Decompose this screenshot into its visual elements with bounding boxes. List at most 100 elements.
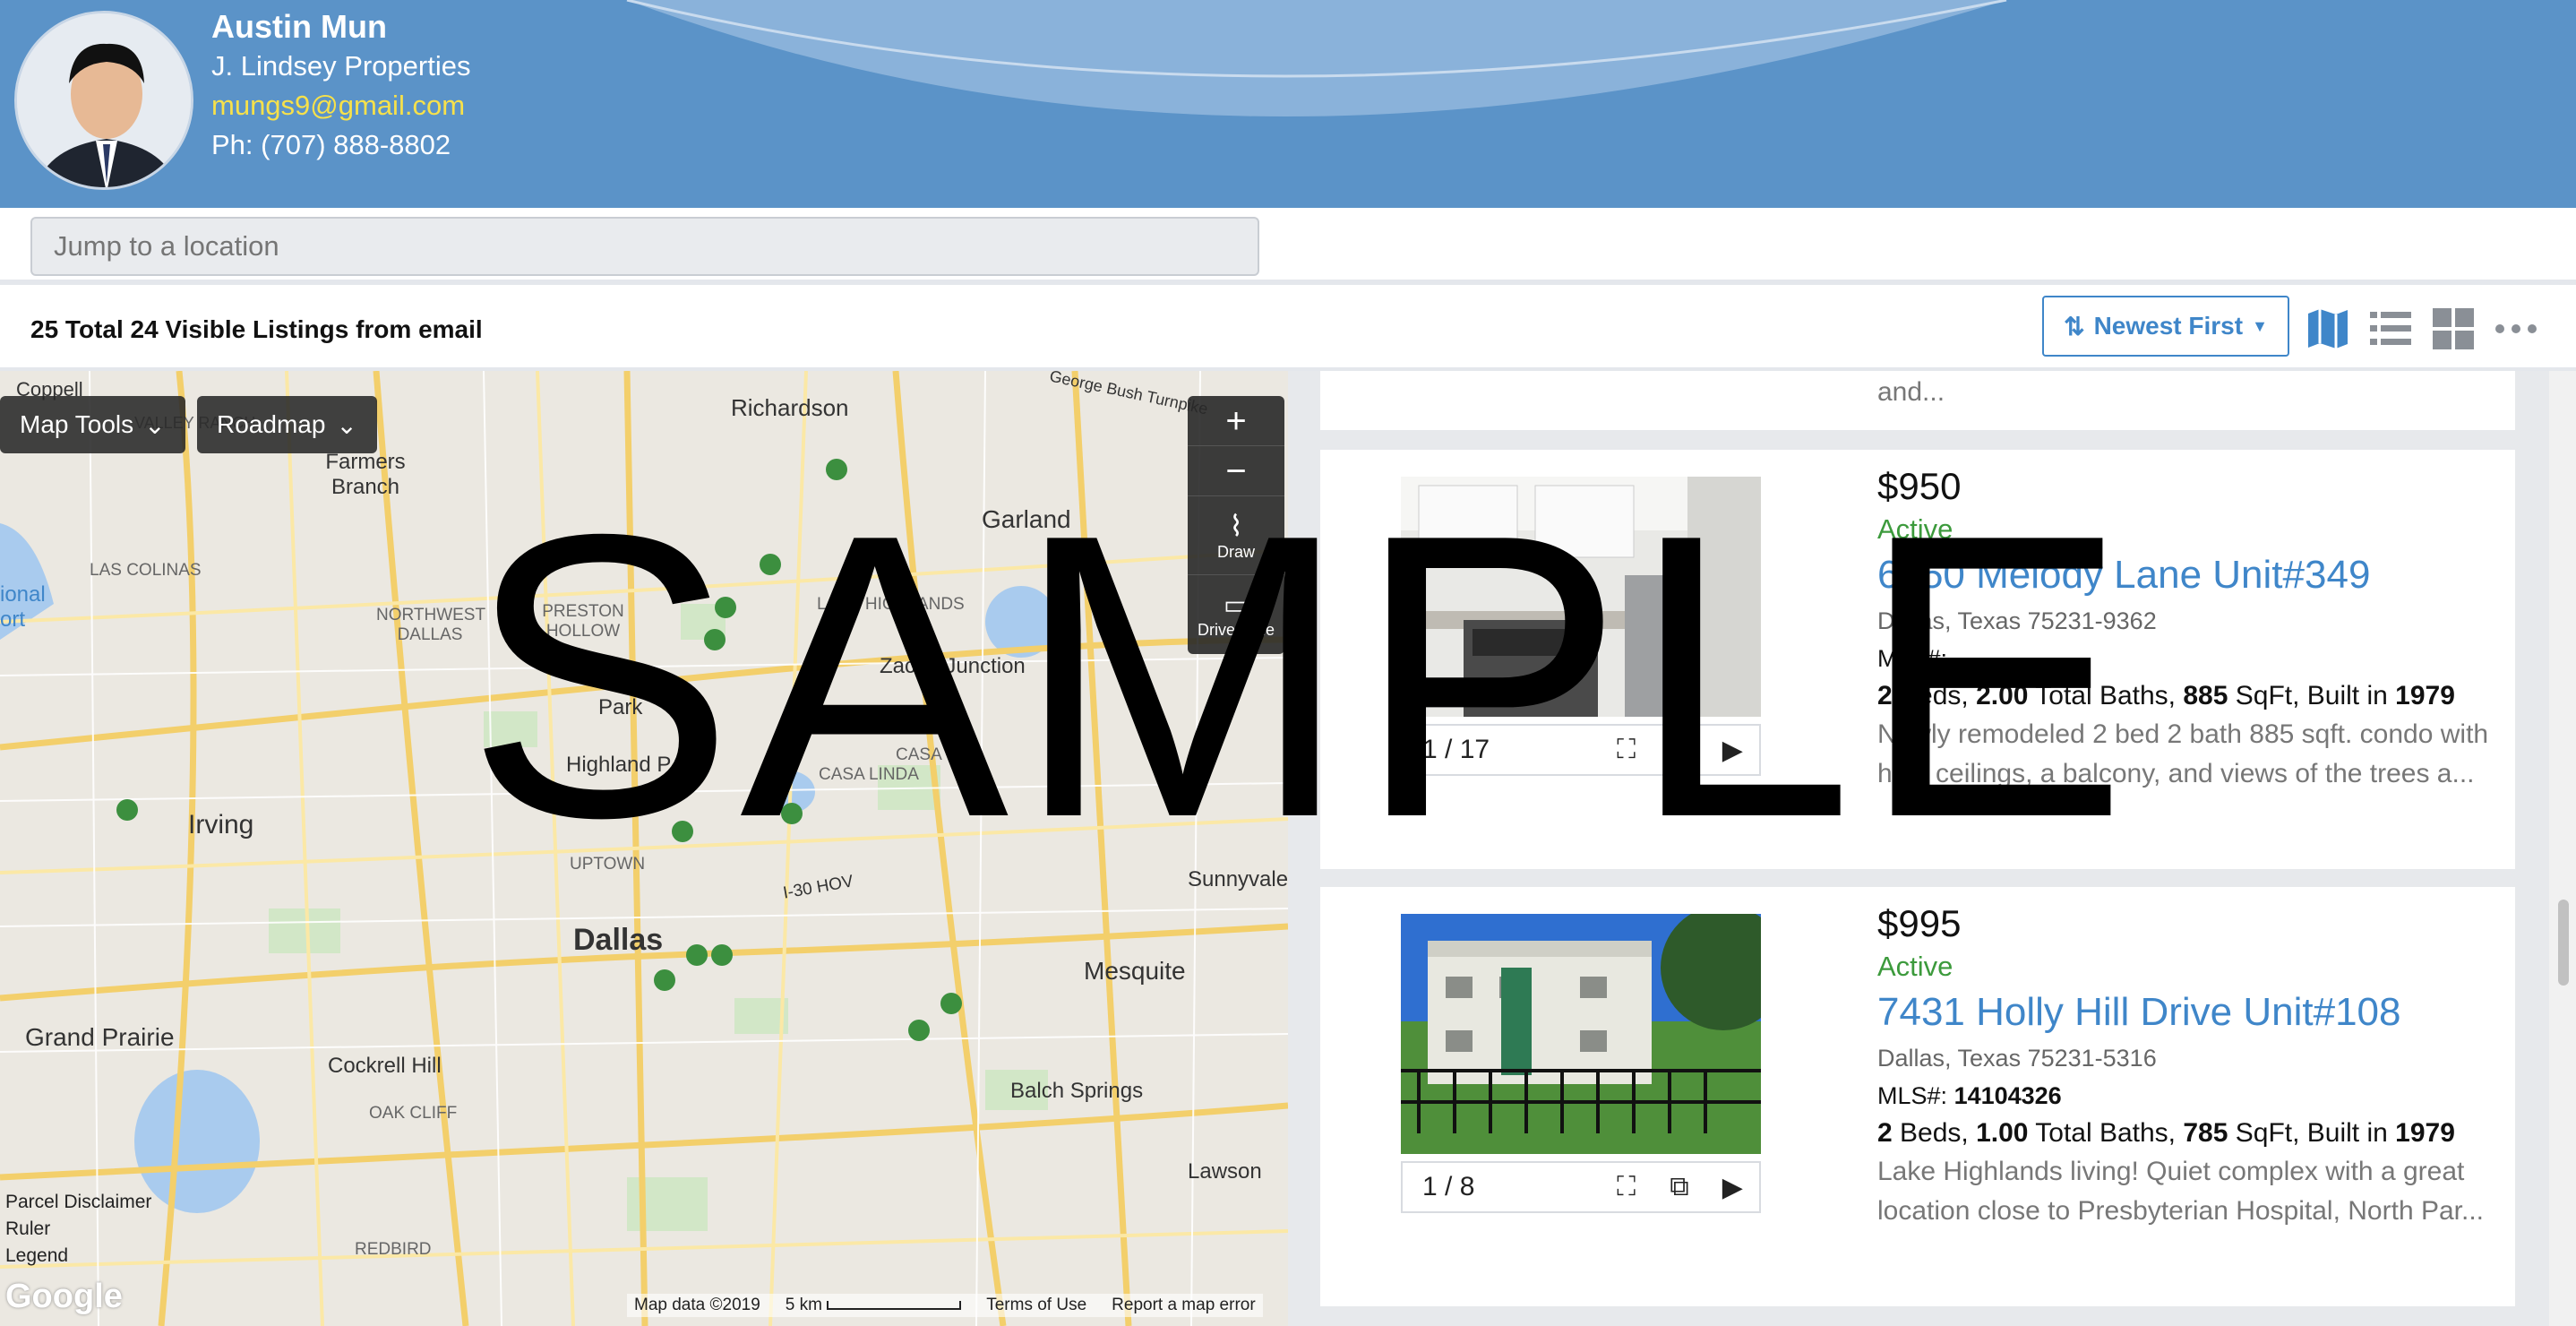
listing-address-link[interactable]: 6050 Melody Lane Unit#349 <box>1877 548 2504 602</box>
photo-counter: 1 / 8 <box>1422 1172 1475 1201</box>
sort-dropdown[interactable]: ⇅ Newest First ▼ <box>2042 296 2289 357</box>
more-icon[interactable] <box>2492 305 2540 353</box>
draw-label: Draw <box>1216 543 1255 561</box>
agent-avatar <box>14 11 193 190</box>
scrollbar-thumb[interactable] <box>2558 900 2569 986</box>
fullscreen-icon[interactable]: ⛶ <box>1600 735 1653 765</box>
map-label-park: Park <box>598 695 643 719</box>
listing-city: Dallas, Texas 75231-5316 <box>1877 1045 2157 1072</box>
listing-info: $995 Active 7431 Holly Hill Drive Unit#1… <box>1877 900 2504 1231</box>
grid-view-icon[interactable] <box>2429 305 2477 353</box>
listing-photo[interactable] <box>1401 914 1761 1154</box>
list-view-icon[interactable] <box>2366 305 2415 353</box>
map-label-preston-hollow: PRESTON HOLLOW <box>542 602 624 641</box>
map-scale: 5 km <box>786 1296 962 1315</box>
map-label-grand-prairie: Grand Prairie <box>25 1023 175 1051</box>
draw-button[interactable]: ⌇ Draw <box>1188 496 1284 575</box>
drive-time-label: Drive Time <box>1197 621 1275 639</box>
listings-scrollbar[interactable] <box>2549 371 2576 1326</box>
popout-icon[interactable]: ⧉ <box>1653 1172 1705 1202</box>
listing-count: 25 Total 24 Visible Listings from email <box>30 315 483 343</box>
map-controls: + − ⌇ Draw ▭ Drive Time <box>1188 396 1284 654</box>
listing-status: Active <box>1877 513 1953 545</box>
listing-description: Lake Highlands living! Quiet complex wit… <box>1877 1157 2484 1226</box>
map-label-richardson: Richardson <box>731 394 849 421</box>
listing-card-previous[interactable]: and... <box>1320 371 2515 430</box>
map-label-farmers-branch: Farmers Branch <box>325 450 406 499</box>
chevron-down-icon: ⌄ <box>144 410 166 439</box>
map-label-sunnyvale: Sunnyvale <box>1188 867 1288 891</box>
legend-link[interactable]: Legend <box>5 1245 68 1267</box>
map-tools-dropdown[interactable]: Map Tools ⌄ <box>0 396 185 453</box>
map-type-label: Roadmap <box>217 410 326 438</box>
photo-pager: 1 / 17 ⛶ ▶ <box>1401 724 1761 776</box>
listing-address-link[interactable]: 7431 Holly Hill Drive Unit#108 <box>1877 986 2504 1039</box>
map-label-oak-cliff: OAK CLIFF <box>369 1104 458 1123</box>
parcel-disclaimer-link[interactable]: Parcel Disclaimer <box>5 1192 151 1213</box>
map-panel[interactable]: Coppell VALLEY RANCH Richardson George B… <box>0 371 1288 1326</box>
map-label-mesquite: Mesquite <box>1084 957 1186 985</box>
listing-price: $995 <box>1877 902 1962 944</box>
listing-info: $950 Active 6050 Melody Lane Unit#349 Da… <box>1877 462 2504 794</box>
map-label-dallas: Dallas <box>573 923 664 957</box>
google-logo: Google <box>5 1278 123 1315</box>
map-label-las-colinas: LAS COLINAS <box>90 561 202 580</box>
caret-down-icon: ▼ <box>2252 316 2268 335</box>
map-data-attribution: Map data ©2019 <box>634 1296 760 1314</box>
map-tools-label: Map Tools <box>20 410 134 438</box>
listing-specs: 2 Beds, 2.00 Total Baths, 885 SqFt, Buil… <box>1877 681 2455 710</box>
map-label-casa-view: CASA <box>896 745 942 764</box>
map-view-icon[interactable] <box>2304 305 2352 353</box>
map-label-lawson: Lawson <box>1188 1159 1262 1184</box>
agent-email-link[interactable]: mungs9@gmail.com <box>211 86 470 125</box>
agent-info: Austin Mun J. Lindsey Properties mungs9@… <box>211 7 470 165</box>
photo-counter: 1 / 17 <box>1422 735 1490 764</box>
report-map-error-link[interactable]: Report a map error <box>1112 1296 1256 1315</box>
map-label-uptown: UPTOWN <box>570 855 646 874</box>
map-label-redbird: REDBIRD <box>355 1240 432 1259</box>
map-label-irving: Irving <box>188 810 254 840</box>
map-label-lake-highlands: LAKE HIGHLANDS <box>817 595 965 614</box>
agent-name: Austin Mun <box>211 8 387 45</box>
map-label-cockrell-hill: Cockrell Hill <box>328 1054 442 1078</box>
map-label-casa-linda: CASA LINDA <box>819 765 919 784</box>
drive-time-button[interactable]: ▭ Drive Time <box>1188 575 1284 654</box>
listing-description: and... <box>1877 377 1945 407</box>
listing-city: Dallas, Texas 75231-9362 <box>1877 607 2157 634</box>
listing-card[interactable]: 1 / 17 ⛶ ▶ $950 Active 6050 Melody Lane … <box>1320 450 2515 869</box>
map-label-zacha-junction: Zacha Junction <box>880 654 1026 678</box>
listing-photo[interactable] <box>1401 477 1761 717</box>
map-type-dropdown[interactable]: Roadmap ⌄ <box>197 396 377 453</box>
sort-icon: ⇅ <box>2064 312 2085 340</box>
sort-label: Newest First <box>2093 312 2244 340</box>
map-label-highland-park: Highland P <box>566 753 672 777</box>
map-label-airport: ional ort <box>0 582 46 632</box>
next-photo-icon[interactable]: ▶ <box>1706 735 1759 766</box>
lasso-icon: ⌇ <box>1229 510 1243 542</box>
map-label-garland: Garland <box>982 505 1071 533</box>
agent-company: J. Lindsey Properties <box>211 50 471 82</box>
listing-status: Active <box>1877 951 1953 982</box>
chevron-down-icon: ⌄ <box>336 410 357 439</box>
zoom-in-button[interactable]: + <box>1188 396 1284 446</box>
ruler-link[interactable]: Ruler <box>5 1218 50 1240</box>
listing-mls: MLS#: 14104326 <box>1877 1082 2062 1109</box>
jump-to-location-input[interactable] <box>30 217 1259 276</box>
search-bar <box>0 208 2576 285</box>
agent-header: Austin Mun J. Lindsey Properties mungs9@… <box>0 0 2576 208</box>
photo-pager: 1 / 8 ⛶ ⧉ ▶ <box>1401 1161 1761 1213</box>
listing-specs: 2 Beds, 1.00 Total Baths, 785 SqFt, Buil… <box>1877 1118 2455 1148</box>
listing-price: $950 <box>1877 465 1962 507</box>
zoom-out-button[interactable]: − <box>1188 446 1284 496</box>
listing-card[interactable]: 1 / 8 ⛶ ⧉ ▶ $995 Active 7431 Holly Hill … <box>1320 887 2515 1306</box>
listing-mls: MLS#: <box>1877 645 1948 672</box>
view-switcher <box>2304 305 2540 353</box>
map-label-northwest-dallas: NORTHWEST DALLAS <box>376 606 486 644</box>
next-photo-icon[interactable]: ▶ <box>1706 1172 1759 1203</box>
agent-phone: Ph: (707) 888-8802 <box>211 129 451 160</box>
listings-panel: and... 1 / 17 ⛶ ▶ $950 Active 6050 Melod… <box>1288 371 2576 1326</box>
fullscreen-icon[interactable]: ⛶ <box>1600 1172 1653 1202</box>
listing-description: Newly remodeled 2 bed 2 bath 885 sqft. c… <box>1877 719 2489 788</box>
map-footer: Map data ©2019 5 km Terms of Use Report … <box>627 1294 1263 1317</box>
terms-of-use-link[interactable]: Terms of Use <box>986 1296 1086 1315</box>
